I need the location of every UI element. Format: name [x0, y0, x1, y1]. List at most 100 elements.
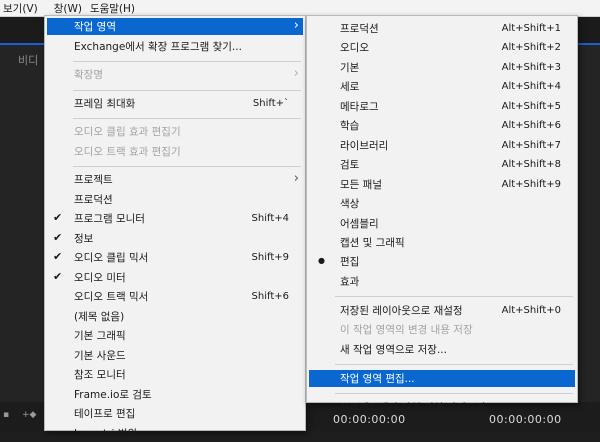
menu-item-오디오-미터[interactable]: ✔ 오디오 미터 [47, 269, 303, 286]
menu-item-label: 작업 영역 편집... [340, 372, 415, 385]
menu-item-label: 프로그램 모니터 [74, 213, 145, 225]
menu-item-shortcut: Alt+Shift+4 [501, 81, 561, 93]
menu-item-메타로그[interactable]: 메타로그 Alt+Shift+5 [309, 98, 575, 115]
menu-item-frame-io로-검토[interactable]: Frame.io로 검토 [47, 386, 303, 403]
menu-separator [73, 166, 301, 167]
checkmark-icon: ✔ [53, 211, 63, 224]
menu-item-label: 색상 [340, 198, 360, 211]
menu-item-세로[interactable]: 세로 Alt+Shift+4 [309, 78, 575, 95]
submenu-arrow-icon: › [293, 18, 299, 33]
menu-item-label: 작업 영역 [74, 21, 116, 33]
menu-item-label: 기본 그래픽 [74, 330, 126, 342]
menu-separator [335, 296, 573, 298]
menu-item-편집[interactable]: ● 편집 [309, 253, 575, 270]
menu-item-프로그램-모니터[interactable]: ✔ 프로그램 모니터 Shift+4 [47, 210, 303, 227]
tool-icon[interactable]: ▪ [3, 410, 9, 420]
menubar-view[interactable]: 보기(V) [0, 1, 42, 16]
add-marker-icon[interactable]: +◆ [22, 410, 36, 420]
menu-item-모든-패널[interactable]: 모든 패널 Alt+Shift+9 [309, 176, 575, 193]
menu-item-shortcut: Alt+Shift+5 [501, 100, 561, 112]
menu-item-exchange에서-확장-프로그램-찾기[interactable]: Exchange에서 확장 프로그램 찾기... [47, 38, 303, 55]
submenu-arrow-icon: › [293, 171, 299, 186]
menu-item-작업-영역-편집[interactable]: 작업 영역 편집... [309, 369, 575, 387]
menu-item-label: 효과 [340, 275, 360, 288]
menu-item-label: (제목 없음) [74, 310, 125, 323]
menu-item-제목-없음[interactable]: (제목 없음) [47, 308, 303, 325]
menubar-help[interactable]: 도움말(H) [86, 1, 139, 16]
menu-item-label: 세로 [340, 81, 360, 94]
panel-tab-fragment: 비디 [18, 54, 39, 67]
menu-item-shortcut: Alt+Shift+2 [501, 42, 561, 54]
window-menu: 작업 영역 › Exchange에서 확장 프로그램 찾기... 확장명 › 프레임 최대… [44, 15, 306, 440]
menu-item-shortcut: Shift+9 [251, 252, 289, 263]
menu-item-label: 어셈블리 [340, 217, 379, 230]
menu-item-어셈블리[interactable]: 어셈블리 [309, 215, 575, 232]
menu-item-label: 프레임 최대화 [74, 97, 136, 110]
menu-item-오디오-트랙-믹서[interactable]: 오디오 트랙 믹서 Shift+6 [47, 288, 303, 305]
menu-item-오디오-클립-효과-편집기: 오디오 클립 효과 편집기 [47, 123, 303, 140]
menu-item-참조-모니터[interactable]: 참조 모니터 [47, 366, 303, 383]
menu-item-label: 프로젝트에서 작업 영역 가져오기 [340, 401, 486, 414]
menu-item-lumetri-범위[interactable]: Lumetri 범위 [47, 425, 303, 442]
menu-item-shortcut: Alt+Shift+6 [501, 120, 561, 132]
checkmark-icon: ✔ [53, 230, 63, 244]
menu-item-shortcut: Alt+Shift+0 [501, 304, 561, 316]
menu-item-기본-사운드[interactable]: 기본 사운드 [47, 347, 303, 364]
menu-item-저장된-레이아웃으로-재설정[interactable]: 저장된 레이아웃으로 재설정 Alt+Shift+0 [309, 302, 575, 319]
menu-item-오디오-클립-믹서[interactable]: ✔ 오디오 클립 믹서 Shift+9 [47, 249, 303, 266]
menu-item-label: 프로젝트 [74, 174, 113, 186]
menu-item-프로덕션[interactable]: 프로덕션 [47, 191, 303, 208]
menu-item-shortcut: Shift+` [252, 97, 289, 109]
checkmark-icon: ✔ [53, 250, 63, 263]
menu-item-오디오[interactable]: 오디오 Alt+Shift+2 [309, 39, 575, 56]
menu-item-기본[interactable]: 기본 Alt+Shift+3 [309, 59, 575, 76]
menu-item-오디오-트랙-효과-편집기: 오디오 트랙 효과 편집기 [47, 143, 303, 160]
menu-item-shortcut: Alt+Shift+1 [501, 23, 561, 34]
menu-item-label: 편집 [340, 256, 360, 269]
workspace-submenu: 프로덕션 Alt+Shift+1 오디오 Alt+Shift+2 기본 Alt+Shift… [306, 15, 578, 414]
menu-item-label: 라이브러리 [340, 139, 389, 152]
menu-item-label: 오디오 트랙 효과 편집기 [74, 145, 181, 158]
menu-separator [73, 118, 301, 119]
bullet-icon: ● [318, 256, 325, 266]
menu-item-확장명: 확장명 › [47, 66, 303, 83]
menu-item-label: 기본 [340, 61, 360, 74]
menu-item-프로젝트에서-작업-영역-가져오기[interactable]: 프로젝트에서 작업 영역 가져오기 [309, 399, 575, 416]
menu-item-작업-영역[interactable]: 작업 영역 › [47, 18, 303, 35]
menu-item-label: 참조 모니터 [74, 369, 126, 381]
menu-item-label: Lumetri 범위 [74, 427, 138, 440]
menu-item-shortcut: Alt+Shift+9 [501, 178, 561, 190]
menu-item-프레임-최대화[interactable]: 프레임 최대화 Shift+` [47, 95, 303, 112]
menu-item-라이브러리[interactable]: 라이브러리 Alt+Shift+7 [309, 137, 575, 154]
menu-separator [73, 61, 301, 62]
menubar-window[interactable]: 창(W) [50, 1, 86, 16]
menu-item-프로젝트[interactable]: 프로젝트 › [47, 171, 303, 188]
menu-item-label: 정보 [74, 232, 94, 245]
menu-item-학습[interactable]: 학습 Alt+Shift+6 [309, 117, 575, 134]
menu-item-검토[interactable]: 검토 Alt+Shift+8 [309, 156, 575, 173]
menu-item-색상[interactable]: 색상 [309, 195, 575, 212]
menu-item-label: 메타로그 [340, 100, 379, 113]
menu-item-캡션-및-그래픽[interactable]: 캡션 및 그래픽 [309, 234, 575, 251]
menu-item-테이프로-편집[interactable]: 테이프로 편집 [47, 405, 303, 422]
menu-item-label: 캡션 및 그래픽 [340, 236, 405, 249]
menu-item-프로덕션[interactable]: 프로덕션 Alt+Shift+1 [309, 20, 575, 37]
menu-item-기본-그래픽[interactable]: 기본 그래픽 [47, 327, 303, 344]
menu-item-shortcut: Shift+6 [251, 291, 289, 302]
menu-item-label: 모든 패널 [340, 178, 382, 191]
menu-item-label: 오디오 트랙 믹서 [74, 291, 149, 303]
menu-item-label: Exchange에서 확장 프로그램 찾기... [74, 40, 242, 53]
menu-item-새-작업-영역으로-저장[interactable]: 새 작업 영역으로 저장... [309, 341, 575, 358]
menu-item-shortcut: Shift+4 [251, 213, 289, 224]
menu-item-label: 프로덕션 [74, 193, 113, 206]
menu-item-label: 프로덕션 [340, 23, 379, 35]
menu-item-label: Frame.io로 검토 [74, 388, 152, 401]
menu-item-label: 검토 [340, 159, 360, 172]
menu-item-label: 이 작업 영역의 변경 내용 저장 [340, 324, 473, 337]
menu-item-이-작업-영역의-변경-내용-저장: 이 작업 영역의 변경 내용 저장 [309, 321, 575, 338]
checkmark-icon: ✔ [53, 269, 63, 283]
menu-item-정보[interactable]: ✔ 정보 [47, 230, 303, 247]
menu-item-label: 오디오 클립 효과 편집기 [74, 126, 181, 138]
menu-item-효과[interactable]: 효과 [309, 273, 575, 290]
menu-item-label: 확장명 [74, 69, 103, 81]
